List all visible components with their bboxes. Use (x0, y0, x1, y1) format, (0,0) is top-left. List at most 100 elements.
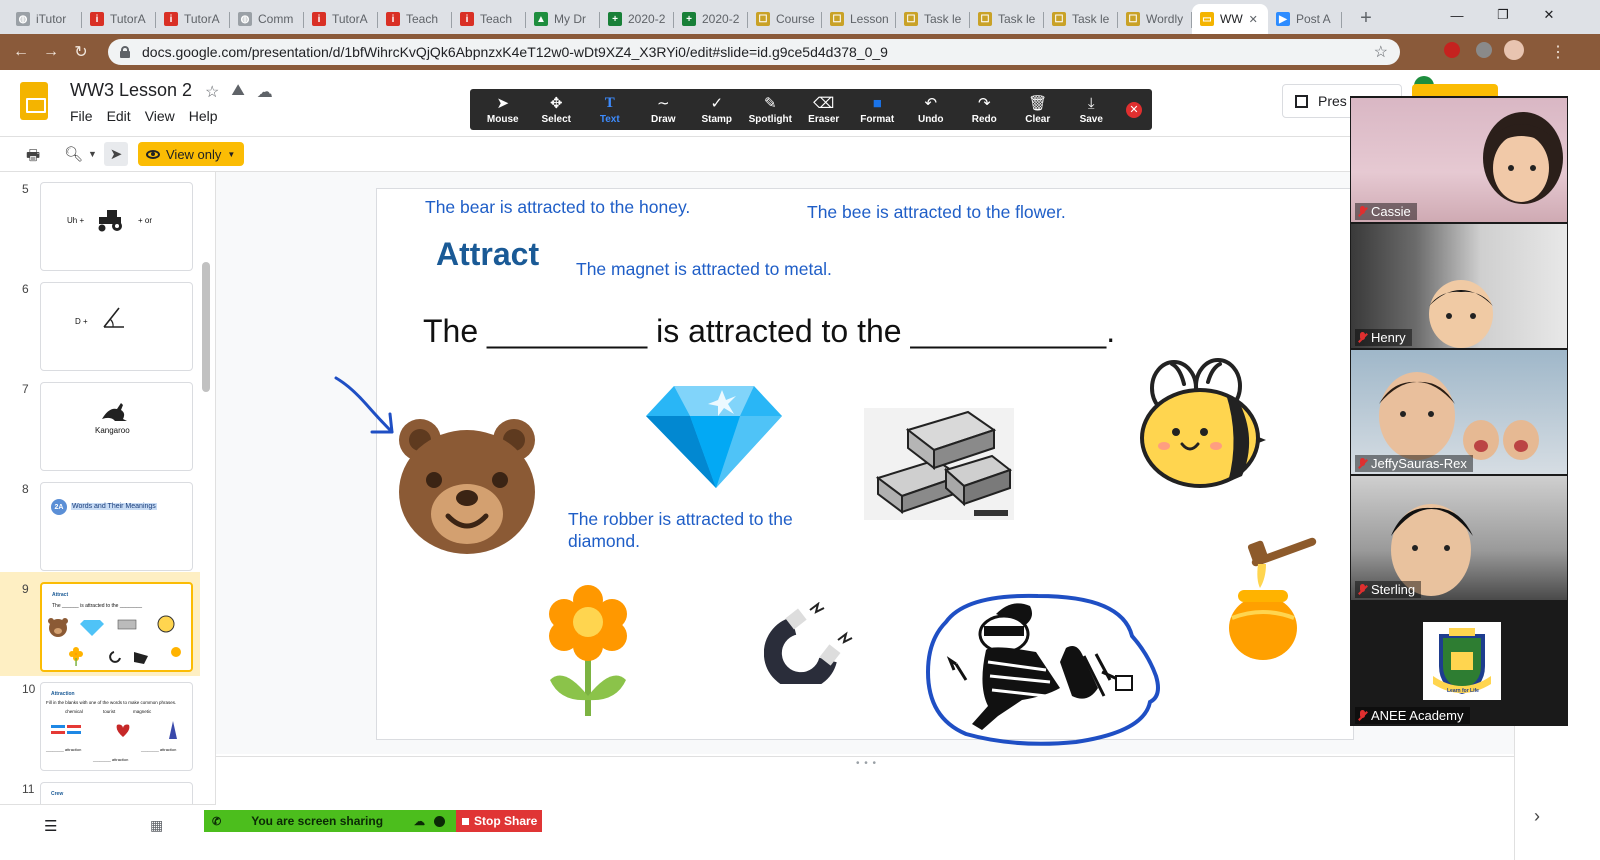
annotate-spotlight-button[interactable]: ✎ Spotlight (744, 95, 798, 125)
filmstrip-slide[interactable]: 5 Uh + + or (0, 172, 200, 271)
star-icon[interactable]: ☆ (205, 82, 219, 102)
reload-icon[interactable]: ↻ (66, 42, 96, 62)
select-tool-icon[interactable]: ➤ (104, 142, 128, 166)
browser-tab[interactable]: +2020-2 (674, 4, 748, 34)
slide-thumbnail[interactable]: Attract The ______ is attracted to the _… (40, 582, 193, 672)
stop-share-button[interactable]: Stop Share (456, 810, 542, 832)
zoom-icon[interactable]: 🔍︎ (64, 145, 83, 163)
menu-item-help[interactable]: Help (189, 108, 218, 124)
browser-tab[interactable]: ☐ Lesson (822, 4, 896, 34)
maximize-icon[interactable]: ❐ (1480, 0, 1526, 30)
browser-tab[interactable]: ▲ My Dr (526, 4, 600, 34)
tab-close-icon[interactable]: ✕ (1249, 13, 1258, 26)
classroom-icon: ☐ (830, 12, 844, 26)
close-annotation-icon[interactable]: ✕ (1126, 101, 1142, 118)
browser-tab[interactable]: +2020-2 (600, 4, 674, 34)
slide-thumbnail[interactable]: 2A Words and Their Meanings (40, 482, 193, 571)
forward-icon[interactable]: → (36, 43, 66, 61)
document-title[interactable]: WW3 Lesson 2 (70, 80, 192, 101)
view-only-button[interactable]: View only ▼ (138, 142, 244, 166)
minimize-icon[interactable]: — (1434, 0, 1480, 30)
annotate-mouse-button[interactable]: ➤ Mouse (476, 95, 530, 125)
print-icon[interactable]: 🖶 (26, 145, 40, 170)
tab-title: Lesson (850, 12, 889, 26)
browser-tab[interactable]: ☐ Task le (970, 4, 1044, 34)
annotate-draw-button[interactable]: ∼ Draw (637, 95, 691, 125)
kangaroo-icon (102, 403, 127, 421)
menu-item-file[interactable]: File (70, 108, 93, 124)
annotate-stamp-button[interactable]: ✓ Stamp (690, 95, 744, 125)
sheets-icon: + (608, 12, 622, 26)
annotate-undo-button[interactable]: ↶ Undo (904, 95, 958, 125)
annotate-save-button[interactable]: ⤓ Save (1065, 95, 1119, 125)
video-tile[interactable]: Learn for Life ANEE Academy (1351, 602, 1567, 726)
browser-tab[interactable]: ▶ Post A (1268, 4, 1342, 34)
filmstrip-scrollbar[interactable] (202, 262, 210, 392)
menu-item-edit[interactable]: Edit (107, 108, 131, 124)
browser-tab[interactable]: i TutorA (304, 4, 378, 34)
adblock-extension-icon[interactable] (1444, 42, 1460, 58)
filmstrip-slide[interactable]: 11 Crew (0, 772, 200, 804)
browser-tab[interactable]: i Teach (378, 4, 452, 34)
bookmark-star-icon[interactable]: ☆ (1374, 42, 1388, 62)
participant-name-tag: ANEE Academy (1355, 707, 1470, 724)
filmstrip-slide[interactable]: 6 D + (0, 272, 200, 371)
sheets-icon: + (682, 12, 696, 26)
screen-sharing-banner: ✆ You are screen sharing ☁ (204, 810, 456, 832)
globe-icon: ◍ (238, 12, 252, 26)
profile-avatar[interactable] (1504, 40, 1524, 60)
chevron-right-icon[interactable]: › (1534, 806, 1540, 827)
browser-tab[interactable]: ☐ Task le (896, 4, 970, 34)
address-bar[interactable]: docs.google.com/presentation/d/1bfWihrcK… (108, 39, 1400, 65)
back-icon[interactable]: ← (6, 43, 36, 61)
sharing-status: You are screen sharing (251, 814, 384, 828)
close-window-icon[interactable]: ✕ (1526, 0, 1572, 30)
slide-thumbnail[interactable]: D + (40, 282, 193, 371)
new-tab-button[interactable]: + (1352, 4, 1380, 32)
move-to-drive-icon[interactable]: ⛰ (231, 82, 244, 102)
annotate-format-button[interactable]: ■ Format (851, 95, 905, 125)
puzzle-extension-icon[interactable] (1476, 42, 1492, 58)
video-tile[interactable]: Henry (1351, 224, 1567, 348)
browser-tab[interactable]: i TutorA (156, 4, 230, 34)
browser-tab[interactable]: ☐ Wordly (1118, 4, 1192, 34)
filmstrip-view-icon[interactable]: ☰ (44, 817, 57, 835)
annotate-select-button[interactable]: ✥ Select (530, 95, 584, 125)
browser-tab[interactable]: i Teach (452, 4, 526, 34)
filmstrip-slide[interactable]: 10 Attraction Fill in the blanks with on… (0, 672, 200, 771)
slide-heading: Attract (436, 236, 540, 272)
annotate-redo-button[interactable]: ↷ Redo (958, 95, 1012, 125)
slide-thumbnail[interactable]: Attraction Fill in the blanks with one o… (40, 682, 193, 771)
tab-title: iTutor (36, 12, 67, 26)
video-tile[interactable]: Cassie (1351, 98, 1567, 222)
cloud-saved-icon[interactable]: ☁ (257, 82, 273, 102)
filmstrip-slide-selected[interactable]: 9 Attract The ______ is attracted to the… (0, 572, 200, 676)
browser-tab[interactable]: ◍ Comm (230, 4, 304, 34)
slide-thumbnail[interactable]: Uh + + or (40, 182, 193, 271)
speaker-notes[interactable] (216, 756, 1514, 860)
annotate-eraser-button[interactable]: ⌫ Eraser (797, 95, 851, 125)
filmstrip-slide[interactable]: 8 2A Words and Their Meanings (0, 472, 200, 571)
slide-thumbnail[interactable]: Crew (40, 782, 193, 804)
thumb-text: The ______ is attracted to the ________ (52, 603, 143, 609)
browser-tab[interactable]: ◍ iTutor (8, 4, 82, 34)
annotate-clear-button[interactable]: 🗑︎ Clear (1011, 95, 1065, 125)
resize-handle[interactable]: • • • (856, 758, 877, 769)
slide-thumbnail[interactable]: Kangaroo (40, 382, 193, 471)
browser-tab[interactable]: ☐ Task le (1044, 4, 1118, 34)
browser-tab[interactable]: i TutorA (82, 4, 156, 34)
menu-item-view[interactable]: View (145, 108, 175, 124)
video-tile[interactable]: Sterling (1351, 476, 1567, 600)
browser-tab[interactable]: ▭ WW ✕ (1192, 4, 1268, 34)
annotate-text-button[interactable]: T Text (583, 95, 637, 125)
browser-tab[interactable]: ☐ Course (748, 4, 822, 34)
grid-view-icon[interactable]: ▦ (150, 817, 163, 834)
tab-title: TutorA (332, 12, 368, 26)
filmstrip-slide[interactable]: 7 Kangaroo (0, 372, 200, 471)
video-tile[interactable]: JeffySauras-Rex (1351, 350, 1567, 474)
google-slides-logo[interactable] (20, 82, 48, 120)
browser-menu-icon[interactable]: ⋮ (1550, 42, 1566, 62)
slides-icon: ▭ (1200, 12, 1214, 26)
zoom-dropdown-icon[interactable]: ▼ (88, 149, 97, 159)
classroom-icon: ☐ (756, 12, 770, 26)
